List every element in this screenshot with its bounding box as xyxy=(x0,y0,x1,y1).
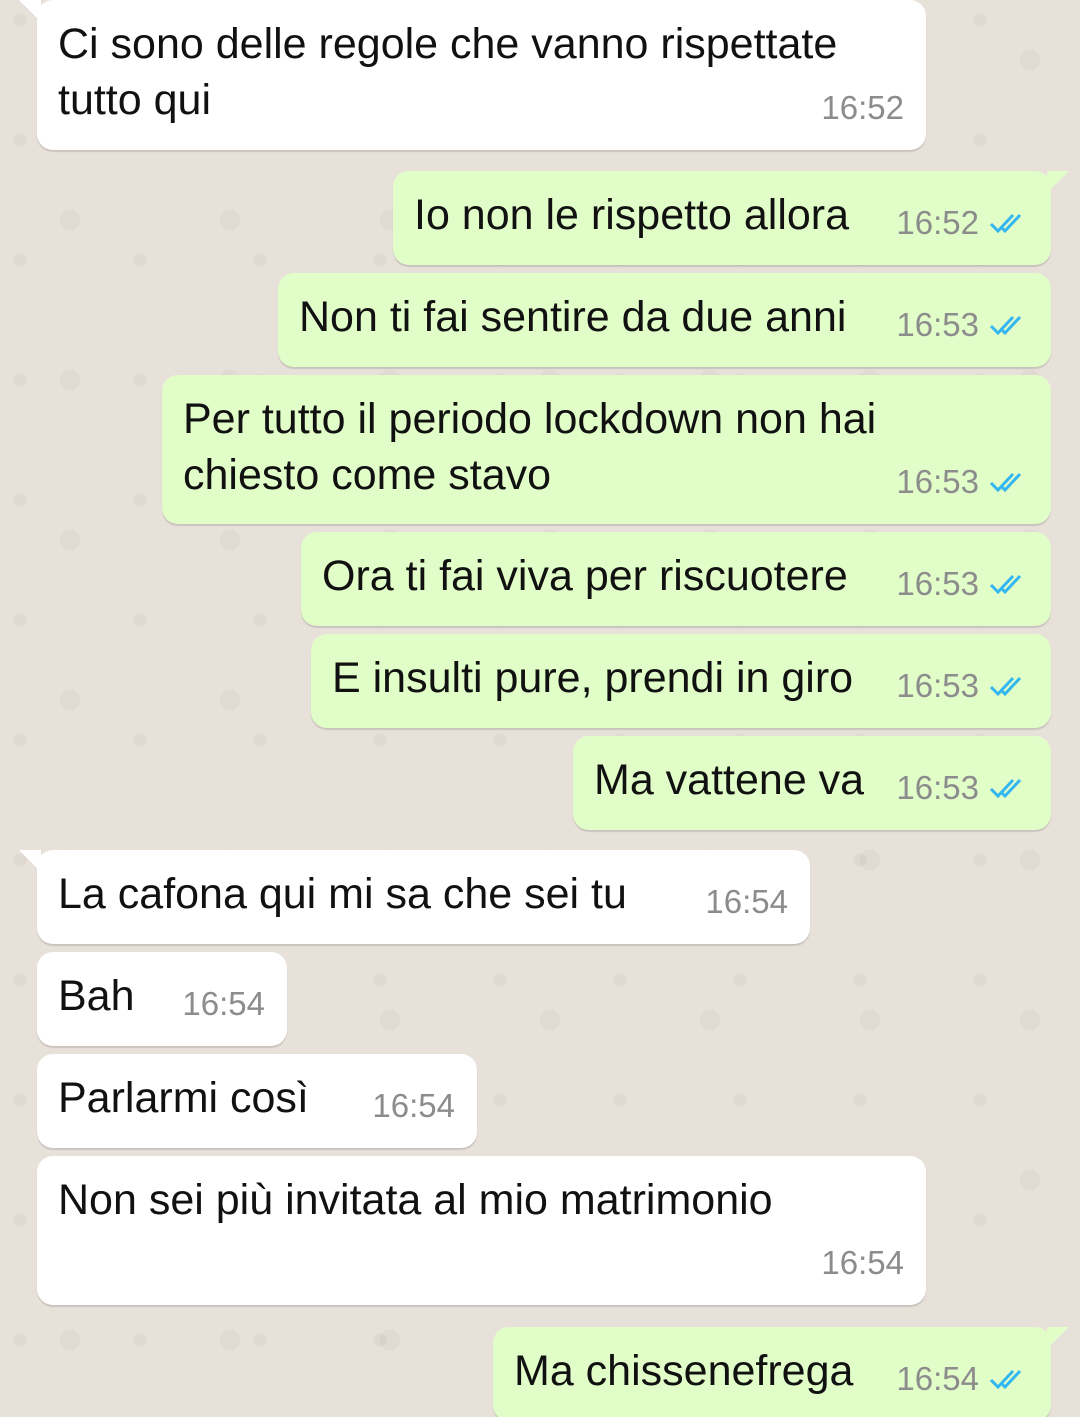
chat-area[interactable]: Ci sono delle regole che vanno rispettat… xyxy=(0,0,1080,1417)
message-line: chiesto come stavo xyxy=(183,451,552,499)
double-check-read-icon xyxy=(989,312,1029,338)
message-text: E insulti pure, prendi in giro xyxy=(332,650,853,706)
message-text: Per tutto il periodo lockdown non hai ch… xyxy=(183,391,876,503)
message-line: Per tutto il periodo lockdown non hai xyxy=(183,395,877,443)
message-line: Non ti fai sentire da due anni xyxy=(299,293,847,341)
message-time: 16:54 xyxy=(705,883,788,920)
message-bubble-outgoing[interactable]: E insulti pure, prendi in giro 16:53 xyxy=(311,634,1051,728)
message-bubble-outgoing[interactable]: Io non le rispetto allora 16:52 xyxy=(393,171,1069,265)
message-bubble-outgoing[interactable]: Ma chissenefrega 16:54 xyxy=(493,1327,1069,1417)
message-bubble-outgoing[interactable]: Per tutto il periodo lockdown non hai ch… xyxy=(162,375,1051,524)
message-bubble-incoming[interactable]: Non sei più invitata al mio matrimonio 1… xyxy=(37,1156,926,1305)
message-line: Non sei più invitata al mio matrimonio xyxy=(58,1176,773,1224)
message-bubble-incoming[interactable]: La cafona qui mi sa che sei tu 16:54 xyxy=(19,850,810,944)
message-line: La cafona qui mi sa che sei tu xyxy=(58,870,627,918)
message-time: 16:54 xyxy=(182,985,265,1022)
double-check-read-icon xyxy=(989,673,1029,699)
message-meta: 16:54 xyxy=(182,976,265,1032)
message-text: Ma vattene va xyxy=(594,752,864,808)
message-bubble-outgoing[interactable]: Ora ti fai viva per riscuotere 16:53 xyxy=(301,532,1051,626)
message-time: 16:53 xyxy=(896,463,979,500)
message-line: Ma vattene va xyxy=(594,756,865,804)
message-bubble-incoming[interactable]: Ci sono delle regole che vanno rispettat… xyxy=(19,0,926,150)
message-time: 16:53 xyxy=(896,565,979,602)
message-time: 16:53 xyxy=(896,667,979,704)
message-meta: 16:53 xyxy=(896,454,1029,510)
double-check-read-icon xyxy=(989,210,1029,236)
message-time: 16:52 xyxy=(896,204,979,241)
double-check-read-icon xyxy=(989,1366,1029,1392)
message-time: 16:54 xyxy=(372,1087,455,1124)
message-meta: 16:54 xyxy=(896,1351,1029,1407)
message-text: La cafona qui mi sa che sei tu xyxy=(58,866,627,922)
message-bubble-outgoing[interactable]: Ma vattene va 16:53 xyxy=(573,736,1051,830)
message-meta: 16:52 xyxy=(821,80,904,136)
message-meta: 16:54 xyxy=(705,874,788,930)
message-text: Non sei più invitata al mio matrimonio xyxy=(58,1172,773,1228)
message-meta: 16:53 xyxy=(896,658,1029,714)
message-line: Io non le rispetto allora xyxy=(414,191,850,239)
message-meta: 16:54 xyxy=(821,1235,904,1291)
message-text: Ci sono delle regole che vanno rispettat… xyxy=(58,16,837,128)
message-meta: 16:53 xyxy=(896,556,1029,612)
message-line: Ci sono delle regole che vanno rispettat… xyxy=(58,20,838,68)
message-text: Bah xyxy=(58,968,135,1024)
message-meta: 16:54 xyxy=(372,1078,455,1134)
message-text: Ma chissenefrega xyxy=(514,1343,853,1399)
double-check-read-icon xyxy=(989,775,1029,801)
message-text: Io non le rispetto allora xyxy=(414,187,849,243)
message-line: Ma chissenefrega xyxy=(514,1347,854,1395)
double-check-read-icon xyxy=(989,469,1029,495)
message-bubble-outgoing[interactable]: Non ti fai sentire da due anni 16:53 xyxy=(278,273,1051,367)
message-text: Ora ti fai viva per riscuotere xyxy=(322,548,848,604)
message-meta: 16:52 xyxy=(896,195,1029,251)
message-line: Parlarmi così xyxy=(58,1074,309,1122)
message-meta: 16:53 xyxy=(896,760,1029,816)
double-check-read-icon xyxy=(989,571,1029,597)
message-time: 16:54 xyxy=(821,1244,904,1281)
message-time: 16:53 xyxy=(896,306,979,343)
message-line: tutto qui xyxy=(58,76,211,124)
message-line: Bah xyxy=(58,972,135,1020)
message-time: 16:54 xyxy=(896,1360,979,1397)
message-text: Parlarmi così xyxy=(58,1070,309,1126)
message-time: 16:52 xyxy=(821,89,904,126)
message-meta: 16:53 xyxy=(896,297,1029,353)
message-time: 16:53 xyxy=(896,769,979,806)
message-text: Non ti fai sentire da due anni xyxy=(299,289,846,345)
message-line: Ora ti fai viva per riscuotere xyxy=(322,552,848,600)
message-bubble-incoming[interactable]: Bah 16:54 xyxy=(37,952,287,1046)
message-bubble-incoming[interactable]: Parlarmi così 16:54 xyxy=(37,1054,477,1148)
message-line: E insulti pure, prendi in giro xyxy=(332,654,854,702)
